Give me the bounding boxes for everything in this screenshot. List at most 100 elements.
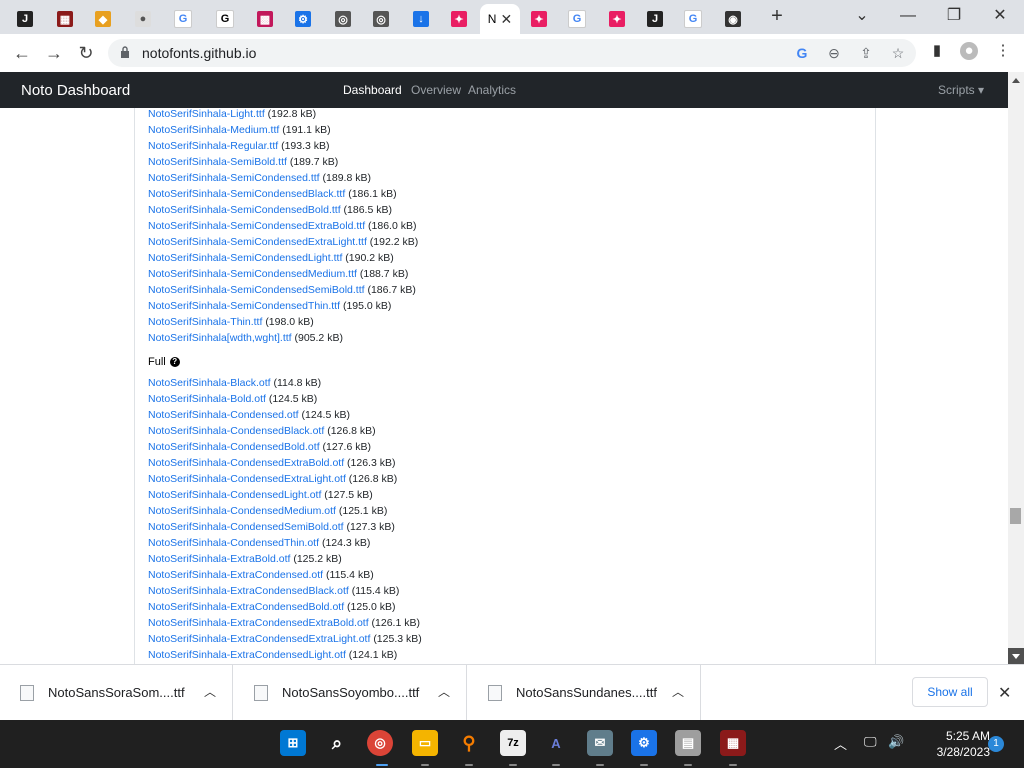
- font-file-link[interactable]: NotoSerifSinhala-CondensedLight.otf: [148, 489, 321, 501]
- download-item[interactable]: NotoSansSoraSom....ttf ︿: [0, 665, 233, 721]
- tab-5[interactable]: G: [164, 4, 202, 34]
- minimize-icon[interactable]: —: [888, 4, 928, 28]
- scroll-down-icon[interactable]: [1008, 648, 1024, 664]
- font-file-link[interactable]: NotoSerifSinhala-CondensedMedium.otf: [148, 505, 336, 517]
- forward-icon[interactable]: →: [42, 42, 66, 64]
- font-file-link[interactable]: NotoSerifSinhala-SemiBold.ttf: [148, 156, 287, 168]
- back-icon[interactable]: ←: [10, 42, 34, 64]
- font-file-link[interactable]: NotoSerifSinhala-Condensed.otf: [148, 409, 299, 421]
- app-icon[interactable]: ✉: [587, 730, 613, 756]
- font-file-link[interactable]: NotoSerifSinhala-SemiCondensed.ttf: [148, 172, 320, 184]
- help-icon[interactable]: ?: [169, 357, 180, 367]
- brand[interactable]: Noto Dashboard: [21, 82, 130, 99]
- windows-start-icon[interactable]: ⊞: [280, 730, 306, 756]
- close-icon[interactable]: ✕: [500, 11, 512, 28]
- clock[interactable]: 5:25 AM 3/28/2023: [920, 728, 990, 760]
- font-file-link[interactable]: NotoSerifSinhala[wdth,wght].ttf: [148, 332, 292, 344]
- google-lens-icon[interactable]: G: [794, 45, 810, 61]
- show-all-button[interactable]: Show all: [912, 677, 988, 707]
- font-file-link[interactable]: NotoSerifSinhala-CondensedExtraBold.otf: [148, 457, 344, 469]
- tab-8[interactable]: ⚙: [284, 4, 322, 34]
- font-file-link[interactable]: NotoSerifSinhala-CondensedBlack.otf: [148, 425, 324, 437]
- tab-14[interactable]: ✦: [520, 4, 558, 34]
- font-file-link[interactable]: NotoSerifSinhala-SemiCondensedExtraBold.…: [148, 220, 365, 232]
- notification-badge[interactable]: 1: [988, 736, 1004, 752]
- clipboard-icon[interactable]: ▤: [675, 730, 701, 756]
- scripts-dropdown[interactable]: Scripts ▾: [938, 83, 984, 97]
- nav-dashboard[interactable]: Dashboard: [343, 83, 402, 97]
- bookmark-star-icon[interactable]: ☆: [890, 45, 906, 61]
- download-item[interactable]: NotoSansSoyombo....ttf ︿: [234, 665, 467, 721]
- tab-1[interactable]: J: [6, 4, 44, 34]
- close-download-bar-icon[interactable]: ✕: [998, 683, 1011, 703]
- tab-2[interactable]: ▦: [46, 4, 84, 34]
- close-window-icon[interactable]: ✕: [980, 4, 1020, 28]
- zoom-icon[interactable]: ⊖: [826, 45, 842, 61]
- font-file-link[interactable]: NotoSerifSinhala-ExtraCondensedExtraLigh…: [148, 633, 370, 645]
- font-file-link[interactable]: NotoSerifSinhala-SemiCondensedBold.ttf: [148, 204, 341, 216]
- nav-overview[interactable]: Overview: [411, 83, 461, 97]
- chevron-up-icon[interactable]: ︿: [672, 683, 684, 700]
- volume-icon[interactable]: 🔊: [888, 734, 904, 750]
- download-item[interactable]: NotoSansSundanes....ttf ︿: [468, 665, 701, 721]
- font-file-link[interactable]: NotoSerifSinhala-Black.otf: [148, 377, 271, 389]
- menu-kebab-icon[interactable]: ⋮: [994, 42, 1012, 60]
- tab-3[interactable]: ◆: [84, 4, 122, 34]
- font-file-link[interactable]: NotoSerifSinhala-CondensedThin.otf: [148, 537, 319, 549]
- show-hidden-icons-chevron-icon[interactable]: ︿: [834, 734, 847, 753]
- tab-7[interactable]: ▩: [246, 4, 284, 34]
- tab-19[interactable]: ◉: [714, 4, 752, 34]
- font-file-link[interactable]: NotoSerifSinhala-Light.ttf: [148, 108, 265, 120]
- font-file-link[interactable]: NotoSerifSinhala-CondensedBold.otf: [148, 441, 320, 453]
- font-file-link[interactable]: NotoSerifSinhala-SemiCondensedBlack.ttf: [148, 188, 345, 200]
- font-file-link[interactable]: NotoSerifSinhala-CondensedSemiBold.otf: [148, 521, 344, 533]
- profile-avatar-icon[interactable]: ●: [960, 42, 978, 60]
- chevron-up-icon[interactable]: ︿: [438, 683, 450, 700]
- font-file-link[interactable]: NotoSerifSinhala-ExtraCondensedLight.otf: [148, 649, 346, 661]
- tab-active[interactable]: N ✕: [480, 4, 520, 34]
- tab-12[interactable]: ✦: [440, 4, 478, 34]
- font-file-link[interactable]: NotoSerifSinhala-Bold.otf: [148, 393, 266, 405]
- font-file-link[interactable]: NotoSerifSinhala-CondensedExtraLight.otf: [148, 473, 346, 485]
- font-app-icon[interactable]: A: [543, 730, 569, 756]
- side-panel-icon[interactable]: ▮: [928, 42, 946, 60]
- share-icon[interactable]: ⇪: [858, 45, 874, 61]
- font-file-link[interactable]: NotoSerifSinhala-SemiCondensedExtraLight…: [148, 236, 367, 248]
- font-file-link[interactable]: NotoSerifSinhala-ExtraCondensedBold.otf: [148, 601, 344, 613]
- network-icon[interactable]: 🖵: [864, 734, 877, 750]
- font-file-link[interactable]: NotoSerifSinhala-Regular.ttf: [148, 140, 278, 152]
- font-file-link[interactable]: NotoSerifSinhala-ExtraBold.otf: [148, 553, 290, 565]
- maximize-icon[interactable]: ❐: [934, 4, 974, 28]
- tab-15[interactable]: G: [558, 4, 596, 34]
- tab-17[interactable]: J: [636, 4, 674, 34]
- chevron-up-icon[interactable]: ︿: [204, 683, 216, 700]
- tab-4[interactable]: ●: [124, 4, 162, 34]
- tab-16[interactable]: ✦: [598, 4, 636, 34]
- tab-11[interactable]: ↓: [402, 4, 440, 34]
- vertical-scrollbar[interactable]: [1008, 72, 1024, 664]
- address-bar[interactable]: notofonts.github.io G ⊖ ⇪ ☆: [108, 39, 916, 67]
- scroll-thumb[interactable]: [1010, 508, 1021, 524]
- font-file-link[interactable]: NotoSerifSinhala-Medium.ttf: [148, 124, 279, 136]
- nav-analytics[interactable]: Analytics: [468, 83, 516, 97]
- tab-9[interactable]: ◎: [324, 4, 362, 34]
- search-icon[interactable]: ⌕: [324, 730, 350, 756]
- font-file-link[interactable]: NotoSerifSinhala-SemiCondensedMedium.ttf: [148, 268, 357, 280]
- tab-6[interactable]: G: [206, 4, 244, 34]
- font-file-link[interactable]: NotoSerifSinhala-ExtraCondensedBlack.otf: [148, 585, 349, 597]
- font-file-link[interactable]: NotoSerifSinhala-ExtraCondensedExtraBold…: [148, 617, 369, 629]
- magnifier-icon[interactable]: ⚲: [456, 730, 482, 756]
- 7zip-icon[interactable]: 7z: [500, 730, 526, 756]
- settings-gear-icon[interactable]: ⚙: [631, 730, 657, 756]
- font-file-link[interactable]: NotoSerifSinhala-SemiCondensedThin.ttf: [148, 300, 340, 312]
- new-tab-icon[interactable]: +: [766, 6, 788, 28]
- tab-search-chevron-icon[interactable]: ⌄: [842, 4, 882, 28]
- reload-icon[interactable]: ↻: [74, 42, 98, 64]
- file-explorer-icon[interactable]: ▭: [412, 730, 438, 756]
- font-file-link[interactable]: NotoSerifSinhala-Thin.ttf: [148, 316, 262, 328]
- scroll-up-icon[interactable]: [1012, 78, 1020, 83]
- font-file-link[interactable]: NotoSerifSinhala-ExtraCondensed.otf: [148, 569, 323, 581]
- tab-10[interactable]: ◎: [362, 4, 400, 34]
- font-file-link[interactable]: NotoSerifSinhala-SemiCondensedLight.ttf: [148, 252, 342, 264]
- font-file-link[interactable]: NotoSerifSinhala-SemiCondensedSemiBold.t…: [148, 284, 365, 296]
